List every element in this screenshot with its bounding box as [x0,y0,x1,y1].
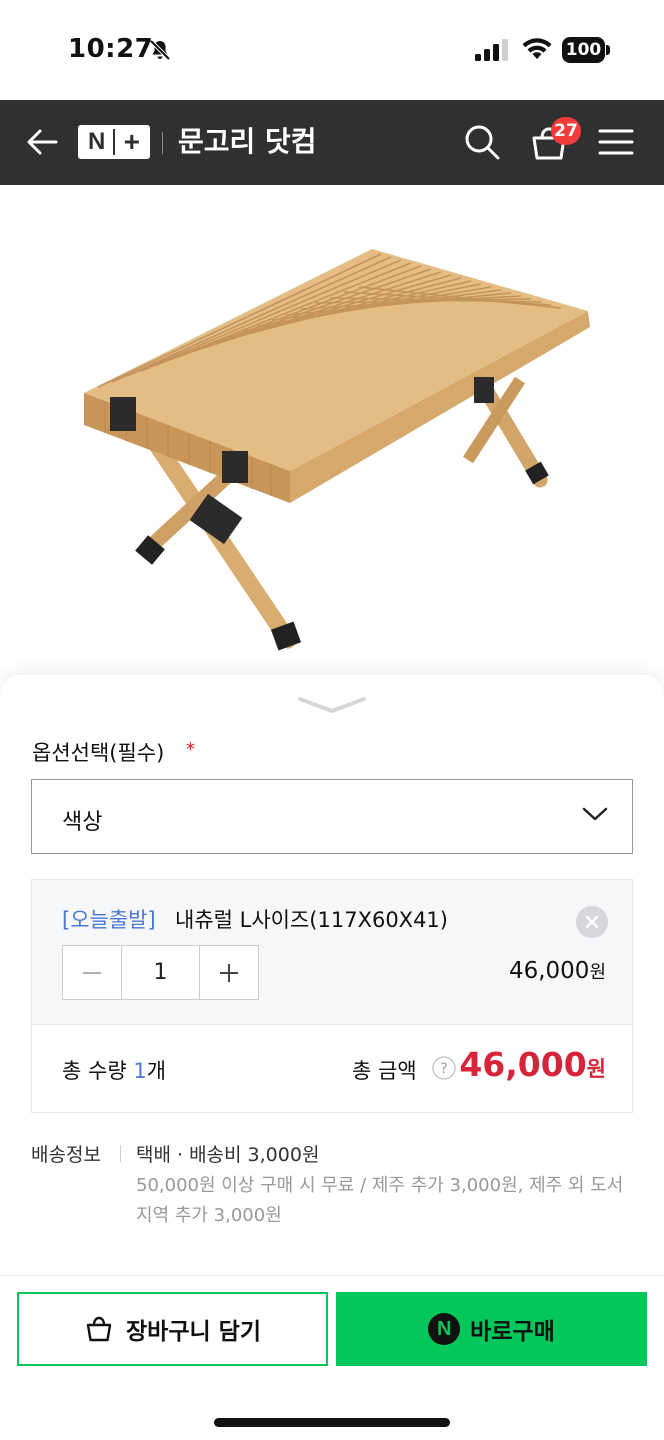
item-option-name: 내츄럴 L사이즈(117X60X41) [175,908,448,932]
item-price-unit: 원 [589,962,606,983]
cellular-signal-icon [475,39,508,61]
color-option-select[interactable]: 색상 [31,779,633,854]
item-shipping-tag: [오늘출발] [62,908,156,932]
quantity-value[interactable]: 1 [121,946,200,999]
bottom-action-bar: 장바구니 담기 N 바로구매 [0,1275,664,1440]
total-amount-unit: 원 [586,1057,606,1081]
total-qty-suffix: 개 [146,1059,167,1083]
totals-row: 총 수량 1개 총 금액 ? 46,000원 [32,1025,632,1112]
buy-now-label: 바로구매 [470,1319,555,1345]
back-arrow-icon[interactable] [22,122,62,162]
option-select-value: 색상 [62,810,103,835]
battery-level: 100 [562,37,605,63]
remove-option-icon[interactable] [576,906,608,938]
selected-options-box: [오늘출발] 내츄럴 L사이즈(117X60X41) 1 46,000원 총 수… [31,879,633,1113]
help-icon[interactable]: ? [432,1056,456,1080]
battery-tip [606,45,610,55]
status-bar: 10:27 100 [0,0,664,100]
quantity-stepper: 1 [62,945,259,1000]
shipping-divider [120,1145,121,1162]
nav-divider [162,132,163,154]
search-icon[interactable] [462,122,502,162]
total-qty-value: 1 [133,1059,147,1083]
total-quantity: 총 수량 1개 [62,1055,166,1085]
store-name[interactable]: 문고리 닷컴 [178,122,317,162]
product-image[interactable] [0,185,664,685]
total-qty-prefix: 총 수량 [62,1059,134,1083]
total-amount: 46,000원 [459,1045,606,1084]
logo-divider [113,129,116,155]
add-to-cart-button[interactable]: 장바구니 담기 [17,1292,328,1366]
quantity-decrease-button[interactable] [63,946,121,999]
shipping-info-label: 배송정보 [31,1144,101,1166]
total-amount-label: 총 금액 [352,1059,417,1083]
status-time: 10:27 [68,34,154,64]
logo-letter: N [88,128,106,155]
naver-plus-logo[interactable]: N + [78,125,150,159]
shipping-fee: 택배 · 배송비 3,000원 [136,1144,320,1166]
add-to-cart-label: 장바구니 담기 [126,1319,261,1345]
npay-icon: N [428,1313,461,1345]
shopping-bag-icon [86,1316,112,1342]
option-sheet: 옵션선택(필수) * 색상 [오늘출발] 내츄럴 L사이즈(117X60X41)… [0,675,664,1275]
battery-indicator: 100 [562,37,610,63]
svg-text:?: ? [440,1061,447,1077]
option-section-label: 옵션선택(필수) [32,741,165,765]
chevron-collapse-icon[interactable] [296,693,368,715]
shipping-note: 50,000원 이상 구매 시 무료 / 제주 추가 3,000원, 제주 외 … [136,1175,624,1226]
logo-plus: + [123,126,140,157]
selected-option-item: [오늘출발] 내츄럴 L사이즈(117X60X41) 1 46,000원 [32,880,632,1025]
buy-now-button[interactable]: N 바로구매 [336,1292,647,1366]
item-price-value: 46,000 [508,958,590,984]
required-mark: * [186,739,195,760]
wifi-icon [522,38,552,59]
total-amount-value: 46,000 [459,1045,587,1084]
cart-count-badge: 27 [551,117,581,145]
chevron-down-icon [582,807,608,821]
wooden-table-illustration [84,249,590,651]
bell-muted-icon [149,39,171,61]
plus-icon [220,963,238,982]
home-indicator [214,1418,450,1427]
quantity-increase-button[interactable] [200,946,258,999]
menu-icon[interactable] [598,126,634,158]
item-price: 46,000원 [509,958,606,984]
minus-icon [83,971,101,974]
